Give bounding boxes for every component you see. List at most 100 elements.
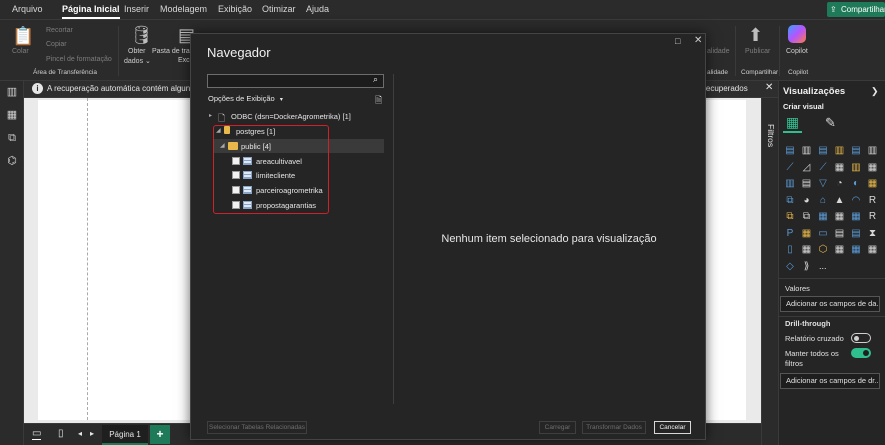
load-button[interactable]: Carregar [539,421,576,434]
visual-type-icon[interactable]: ◇ [784,261,796,273]
visual-type-icon[interactable]: ▭ [817,228,829,240]
visual-type-icon[interactable]: ▦ [834,162,846,174]
visual-type-icon[interactable]: ▤ [850,145,862,157]
visual-type-icon[interactable]: ◿ [801,162,813,174]
visual-type-icon[interactable]: ⌂ [817,195,829,207]
menu-exibicao[interactable]: Exibição [218,0,252,19]
close-dialog-icon[interactable]: ✕ [694,35,702,46]
visual-type-icon[interactable]: R [867,211,879,223]
share-button[interactable]: ⇪ Compartilhar [827,2,885,17]
menu-pagina-inicial[interactable]: Página Inicial [62,0,120,19]
maximize-icon[interactable]: □ [675,36,680,46]
keep-filters-toggle[interactable] [851,348,871,358]
model-view-icon[interactable]: ⧉ [5,131,19,145]
visual-type-icon[interactable]: ⧉ [784,195,796,207]
recovery-message: A recuperação automática contém alguns a… [47,84,213,93]
visual-type-icon[interactable]: ▯ [784,244,796,256]
visual-type-icon[interactable]: ▲ [834,195,846,207]
visual-type-icon[interactable]: ▦ [867,162,879,174]
add-values-field-well[interactable]: Adicionar os campos de da... [780,296,880,312]
visual-type-icon[interactable]: ▥ [801,145,813,157]
visual-type-icon[interactable]: ▥ [834,145,846,157]
visual-type-icon[interactable]: ▦ [834,244,846,256]
visual-type-icon[interactable]: ▤ [784,145,796,157]
select-related-tables-button[interactable]: Selecionar Tabelas Relacionadas [207,421,307,434]
visual-type-icon[interactable]: ▤ [834,228,846,240]
search-input[interactable] [207,74,384,88]
visual-type-icon[interactable]: ◔ [834,178,846,190]
menu-otimizar[interactable]: Otimizar [262,0,296,19]
search-icon[interactable]: ⌕ [373,74,378,85]
page-tab-1[interactable]: Página 1 [102,425,148,445]
table-view-icon[interactable]: ▦ [5,108,19,122]
transform-data-button[interactable]: Transformar Dados [582,421,646,434]
menu-modelagem[interactable]: Modelagem [160,0,207,19]
close-infobar-icon[interactable]: ✕ [765,82,773,93]
refresh-preview-icon[interactable]: 🗎 [375,93,382,109]
visual-type-icon[interactable]: ▤ [817,145,829,157]
menu-arquivo[interactable]: Arquivo [12,0,43,19]
excel-workbook-button[interactable]: Pasta de tral [152,48,191,55]
desktop-layout-icon[interactable]: ▭ [32,428,42,440]
visual-type-icon[interactable]: ▦ [817,211,829,223]
tree-item-odbc[interactable]: ODBC (dsn=DockerAgrometrika) [1] [231,112,351,121]
visual-type-icon[interactable]: ▤ [801,178,813,190]
build-visual-tab-icon[interactable]: ▦ [783,114,802,133]
filters-pane[interactable]: Filtros [761,98,778,445]
cross-report-label: Relatório cruzado [785,334,844,343]
visual-type-icon[interactable]: ⧉ [784,211,796,223]
sensitivity-button[interactable]: alidade [707,48,730,55]
copilot-button[interactable]: Copilot [786,48,808,55]
publish-button[interactable]: Publicar [745,48,770,55]
display-options-dropdown[interactable]: Opções de Exibição ▾ [208,94,283,103]
clipboard-group-label: Área de Transferência [33,69,97,76]
visual-type-icon[interactable]: ⬡ [817,244,829,256]
collapse-pane-icon[interactable]: ❯ [871,86,879,97]
menu-inserir[interactable]: Inserir [124,0,149,19]
visual-type-icon[interactable]: ◐ [850,178,862,190]
visual-type-icon[interactable]: ▦ [867,244,879,256]
add-page-button[interactable]: + [150,425,170,444]
get-data-dropdown[interactable]: dados ⌄ [124,57,151,65]
visual-type-icon[interactable]: ⧗ [867,228,879,240]
visual-type-icon[interactable]: ▤ [850,228,862,240]
visual-type-icon[interactable]: ▥ [850,162,862,174]
visual-type-icon[interactable]: P [784,228,796,240]
visual-type-icon[interactable]: ⧉ [801,211,813,223]
paste-button[interactable]: Colar [12,48,29,55]
visual-type-icon[interactable]: ▦ [850,244,862,256]
visual-type-icon[interactable]: ⟋ [784,162,796,174]
visual-type-icon[interactable]: ⟋ [817,162,829,174]
format-painter-button[interactable]: Pincel de formatação [46,56,112,63]
menu-ajuda[interactable]: Ajuda [306,0,329,19]
more-visuals-icon[interactable]: ... [819,261,827,271]
visual-type-icon[interactable]: ▦ [867,178,879,190]
report-view-icon[interactable]: ▥ [5,85,19,99]
visual-type-icon[interactable]: ▥ [867,145,879,157]
format-visual-tab-icon[interactable]: ✎ [821,114,840,133]
visual-type-icon[interactable]: ▥ [784,178,796,190]
cross-report-toggle[interactable] [851,333,871,343]
visual-type-icon[interactable]: ◕ [801,195,813,207]
visual-type-icon[interactable]: ▦ [801,228,813,240]
cut-button[interactable]: Recortar [46,27,73,34]
prev-page-icon[interactable]: ◂ [78,429,82,438]
visual-type-icon[interactable]: ▦ [834,211,846,223]
visual-type-icon[interactable]: ▦ [801,244,813,256]
mobile-layout-icon[interactable]: ▯ [58,428,64,439]
view-rail: ▥ ▦ ⧉ ⌬ [0,81,24,445]
visual-type-icon[interactable]: ▦ [850,211,862,223]
expand-odbc-icon[interactable]: ▸ [209,112,212,119]
visual-type-icon[interactable]: ◠ [850,195,862,207]
next-page-icon[interactable]: ▸ [90,429,94,438]
visual-type-icon[interactable]: ⟫ [801,261,813,273]
dax-query-view-icon[interactable]: ⌬ [5,154,19,168]
add-drillthrough-field-well[interactable]: Adicionar os campos de dr... [780,373,880,389]
filters-label[interactable]: Filtros [766,124,776,147]
database-icon: 🛢 [130,25,153,45]
copy-button[interactable]: Copiar [46,41,67,48]
get-data-button[interactable]: Obter [128,48,146,55]
cancel-button[interactable]: Cancelar [654,421,691,434]
visual-type-icon[interactable]: R [867,195,879,207]
visual-type-icon[interactable]: ▽ [817,178,829,190]
